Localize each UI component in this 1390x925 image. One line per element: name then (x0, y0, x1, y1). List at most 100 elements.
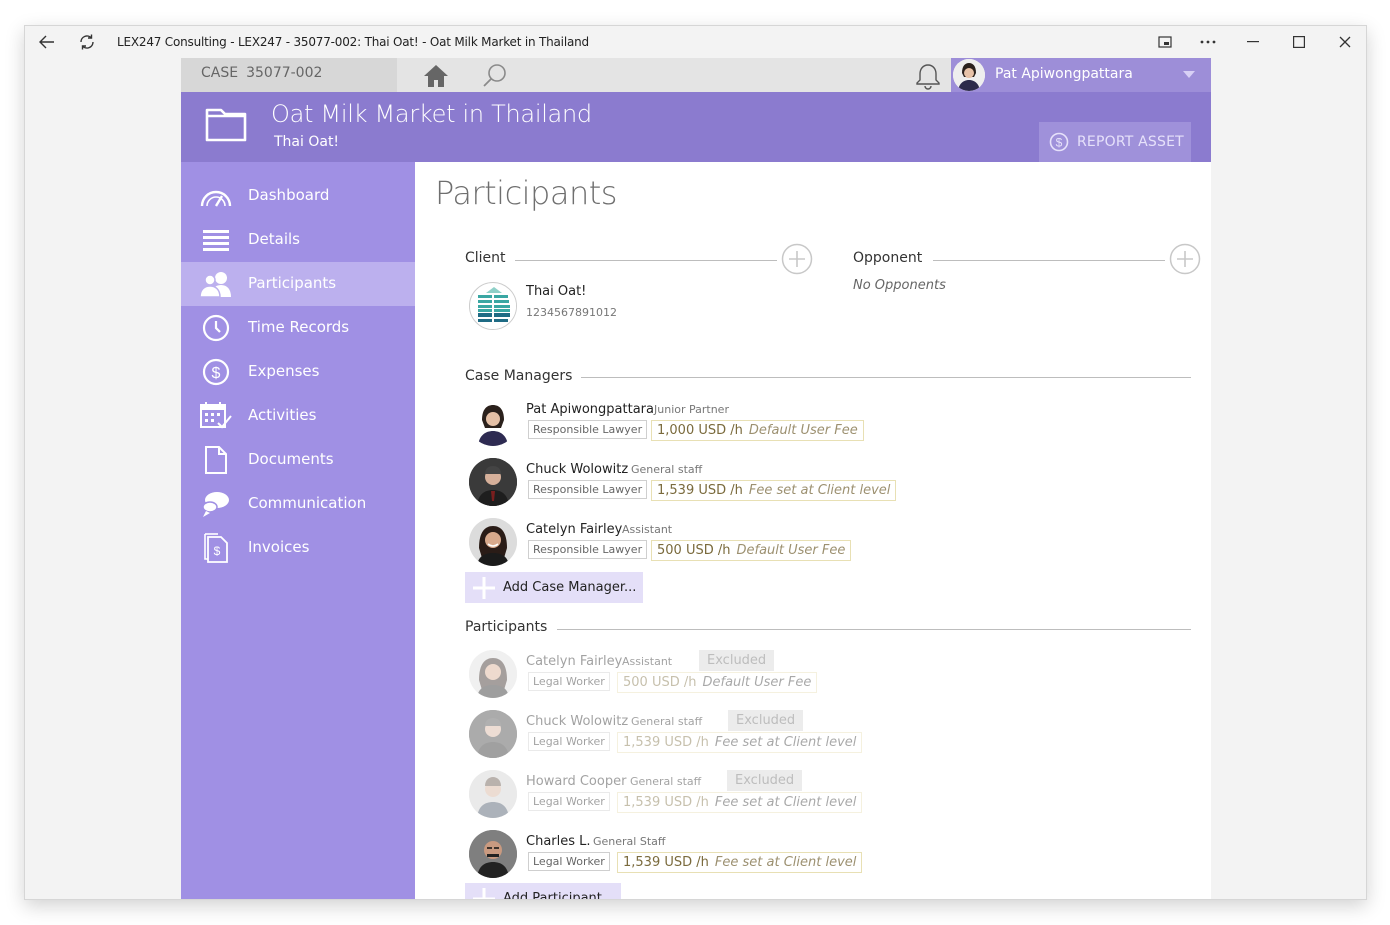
participants-section-label: Participants (465, 619, 548, 635)
sidebar-item-label: Details (248, 230, 301, 248)
cm-title: Assistant (622, 523, 673, 536)
refresh-icon[interactable] (67, 26, 107, 58)
add-participant-label: Add Participant... (503, 891, 615, 900)
cm-fee[interactable]: 1,539 USD /h Fee set at Client level (651, 480, 897, 501)
cm-fee[interactable]: 500 USD /h Default User Fee (651, 540, 852, 561)
cm-role-tag[interactable]: Responsible Lawyer (528, 540, 648, 559)
client-number: 1234567891012 (526, 306, 617, 319)
cm-name[interactable]: Pat Apiwongpattara (526, 402, 654, 417)
cm-fee[interactable]: 1,000 USD /h Default User Fee (651, 420, 864, 441)
fee-note: Fee set at Client level (748, 483, 891, 498)
avatar (469, 398, 517, 446)
sidebar-item-time-records[interactable]: Time Records (181, 306, 415, 350)
participant-name[interactable]: Catelyn Fairley (526, 654, 622, 669)
dollar-circle-icon: $ (1049, 132, 1069, 152)
avatar (469, 458, 517, 506)
participant-name[interactable]: Chuck Wolowitz (526, 714, 628, 729)
case-header: Oat Milk Market in Thailand Thai Oat! $ … (181, 92, 1211, 162)
participant-role-tag[interactable]: Legal Worker (528, 732, 610, 751)
fee-note: Fee set at Client level (714, 855, 857, 870)
more-icon[interactable] (1188, 26, 1228, 58)
avatar (469, 770, 517, 818)
participant-fee[interactable]: 500 USD /h Default User Fee (617, 672, 818, 693)
sidebar-item-label: Time Records (248, 318, 350, 336)
excluded-badge[interactable]: Excluded (728, 710, 804, 731)
sidebar-item-label: Communication (248, 494, 367, 512)
avatar (469, 518, 517, 566)
sidebar-item-expenses[interactable]: $ Expenses (181, 350, 415, 394)
app-content: CASE 35077-002 Pat Apiwongpattara Oat Mi… (181, 58, 1211, 900)
excluded-badge[interactable]: Excluded (699, 650, 775, 671)
participant-role-tag[interactable]: Legal Worker (528, 852, 610, 871)
title-bar: LEX247 Consulting - LEX247 - 35077-002: … (25, 26, 1366, 58)
participant-fee[interactable]: 1,539 USD /h Fee set at Client level (617, 792, 863, 813)
search-icon[interactable] (481, 62, 509, 90)
maximize-icon[interactable] (1279, 26, 1319, 58)
cm-role-tag[interactable]: Responsible Lawyer (528, 480, 648, 499)
close-icon[interactable] (1325, 26, 1365, 58)
participant-role-tag[interactable]: Legal Worker (528, 792, 610, 811)
participant-title: General staff (631, 715, 703, 728)
participant-fee[interactable]: 1,539 USD /h Fee set at Client level (617, 732, 863, 753)
cm-name[interactable]: Catelyn Fairley (526, 522, 622, 537)
divider (933, 260, 1165, 261)
home-icon[interactable] (421, 62, 451, 90)
fee-note: Fee set at Client level (714, 795, 857, 810)
fee-note: Fee set at Client level (714, 735, 857, 750)
add-client-button[interactable] (781, 243, 813, 275)
add-case-manager-button[interactable]: Add Case Manager... (465, 572, 643, 603)
chevron-down-icon[interactable] (1183, 71, 1195, 78)
fee-amount: 500 USD /h (657, 543, 731, 558)
participant-title: Assistant (622, 655, 673, 668)
sidebar-item-documents[interactable]: Documents (181, 438, 415, 482)
participant-role-tag[interactable]: Legal Worker (528, 672, 610, 691)
participant-fee[interactable]: 1,539 USD /h Fee set at Client level (617, 852, 863, 873)
opponent-section-label: Opponent (853, 250, 923, 266)
sidebar-item-invoices[interactable]: $ Invoices (181, 526, 415, 570)
sidebar-item-communication[interactable]: Communication (181, 482, 415, 526)
sidebar-item-details[interactable]: Details (181, 218, 415, 262)
client-section-label: Client (465, 250, 506, 266)
cm-title: Junior Partner (654, 403, 729, 416)
back-icon[interactable] (27, 26, 67, 58)
cm-role-tag[interactable]: Responsible Lawyer (528, 420, 648, 439)
participant-name[interactable]: Howard Cooper (526, 774, 626, 789)
bell-icon[interactable] (915, 62, 941, 90)
sidebar-item-label: Invoices (248, 538, 310, 556)
sidebar-item-dashboard[interactable]: Dashboard (181, 174, 415, 218)
list-icon (199, 226, 233, 254)
excluded-badge[interactable]: Excluded (727, 770, 803, 791)
minimize-icon[interactable] (1233, 26, 1273, 58)
main-content: Participants Client Thai Oat! 1234567891… (415, 162, 1211, 900)
dollar-icon: $ (199, 358, 233, 386)
fee-note: Default User Fee (702, 675, 812, 690)
cm-name[interactable]: Chuck Wolowitz (526, 462, 628, 477)
add-opponent-button[interactable] (1169, 243, 1201, 275)
calendar-icon (199, 402, 233, 430)
sidebar-item-participants[interactable]: Participants (181, 262, 415, 306)
case-label: CASE (201, 65, 239, 81)
sidebar-item-label: Dashboard (248, 186, 330, 204)
cast-icon[interactable] (1145, 26, 1185, 58)
client-logo (469, 282, 517, 330)
add-participant-button[interactable]: Add Participant... (465, 883, 621, 900)
app-window: LEX247 Consulting - LEX247 - 35077-002: … (24, 25, 1367, 900)
report-asset-label: REPORT ASSET (1077, 134, 1184, 150)
participant-name[interactable]: Charles L. (526, 834, 591, 849)
sidebar-item-activities[interactable]: Activities (181, 394, 415, 438)
divider (557, 629, 1191, 630)
user-menu[interactable]: Pat Apiwongpattara (951, 58, 1211, 92)
case-number: 35077-002 (246, 65, 323, 81)
people-icon (199, 270, 233, 298)
report-asset-button[interactable]: $ REPORT ASSET (1039, 122, 1191, 162)
client-name[interactable]: Thai Oat! (526, 284, 586, 299)
svg-text:$: $ (214, 544, 221, 558)
document-icon (199, 446, 233, 474)
plus-circle-icon (781, 243, 813, 275)
sidebar-item-label: Activities (248, 406, 317, 424)
case-indicator: CASE 35077-002 (181, 58, 397, 92)
avatar (469, 710, 517, 758)
fee-amount: 1,000 USD /h (657, 423, 743, 438)
fee-amount: 1,539 USD /h (623, 735, 709, 750)
fee-amount: 1,539 USD /h (657, 483, 743, 498)
